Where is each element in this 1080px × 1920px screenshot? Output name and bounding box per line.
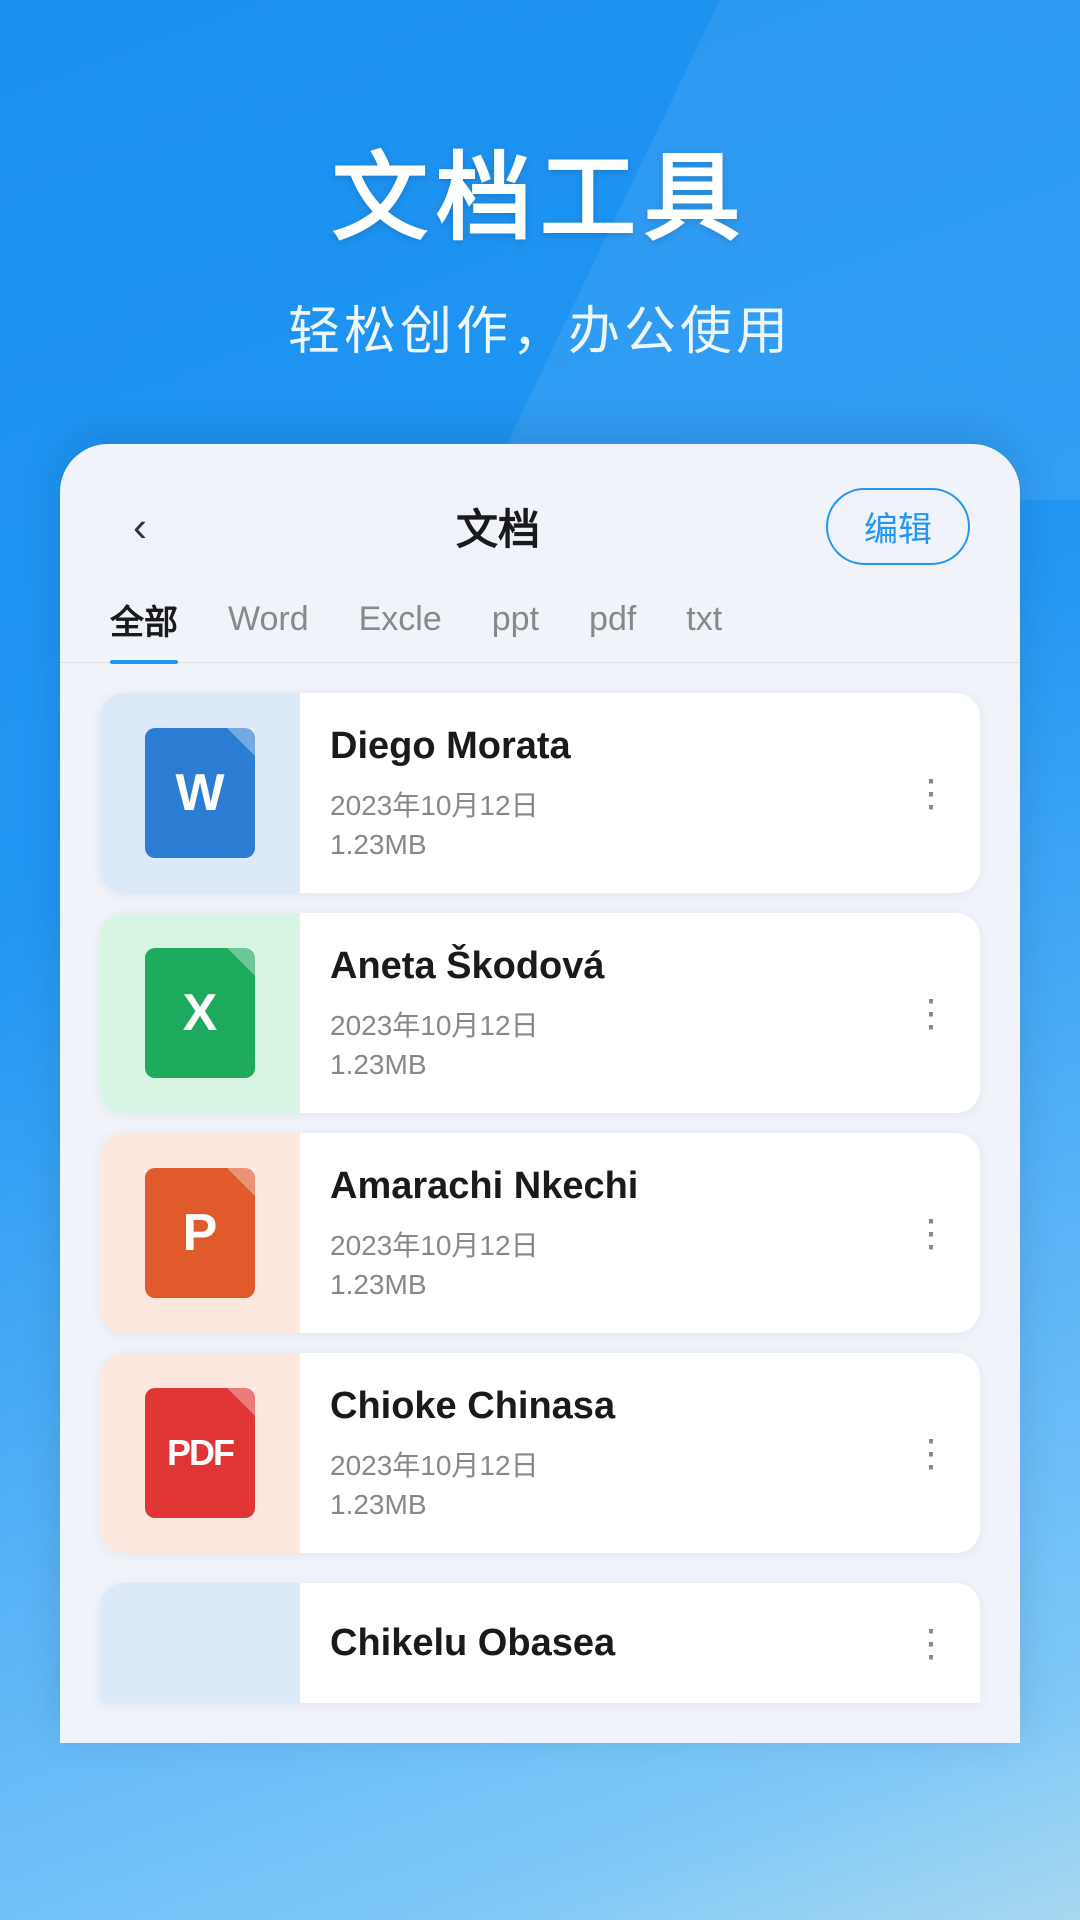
main-title: 文档工具 xyxy=(0,120,1080,259)
tab-ppt[interactable]: ppt xyxy=(492,600,539,657)
pdf-icon: PDF xyxy=(145,1388,255,1518)
ppt-icon: P xyxy=(145,1168,255,1298)
icon-label: P xyxy=(183,1203,218,1263)
file-item[interactable]: W Diego Morata 2023年10月12日 1.23MB ⋮ xyxy=(100,693,980,893)
file-info: Chioke Chinasa 2023年10月12日 1.23MB xyxy=(300,1355,882,1551)
file-size: 1.23MB xyxy=(330,1489,862,1521)
excel-icon: X xyxy=(145,948,255,1078)
file-name: Diego Morata xyxy=(330,725,862,768)
file-icon-bg: PDF xyxy=(100,1353,300,1553)
tab-excel[interactable]: Excle xyxy=(359,600,442,657)
more-button[interactable]: ⋮ xyxy=(882,1601,980,1686)
file-item[interactable]: X Aneta Škodová 2023年10月12日 1.23MB ⋮ xyxy=(100,913,980,1113)
icon-corner xyxy=(227,1168,255,1196)
header-section: 文档工具 轻松创作，办公使用 xyxy=(0,0,1080,444)
icon-label: X xyxy=(183,983,218,1043)
icon-label: PDF xyxy=(167,1432,233,1474)
more-button[interactable]: ⋮ xyxy=(882,1411,980,1496)
file-size: 1.23MB xyxy=(330,1049,862,1081)
file-size: 1.23MB xyxy=(330,829,862,861)
file-icon-bg: P xyxy=(100,1133,300,1333)
tabs-bar: 全部 Word Excle ppt pdf txt xyxy=(60,585,1020,663)
word-icon: W xyxy=(145,728,255,858)
file-list: W Diego Morata 2023年10月12日 1.23MB ⋮ X An… xyxy=(60,693,1020,1553)
file-name: Amarachi Nkechi xyxy=(330,1165,862,1208)
icon-corner xyxy=(227,1388,255,1416)
file-item[interactable]: PDF Chioke Chinasa 2023年10月12日 1.23MB ⋮ xyxy=(100,1353,980,1553)
file-item[interactable]: P Amarachi Nkechi 2023年10月12日 1.23MB ⋮ xyxy=(100,1133,980,1333)
file-name: Aneta Škodová xyxy=(330,945,862,988)
nav-bar: ‹ 文档 编辑 xyxy=(60,444,1020,585)
file-date: 2023年10月12日 xyxy=(330,1224,862,1269)
icon-label: W xyxy=(175,763,224,823)
partial-file-card[interactable]: Chikelu Obasea ⋮ xyxy=(100,1583,980,1703)
partial-icon-bg xyxy=(100,1583,300,1703)
more-button[interactable]: ⋮ xyxy=(882,1191,980,1276)
file-date: 2023年10月12日 xyxy=(330,1004,862,1049)
tab-word[interactable]: Word xyxy=(228,600,309,657)
file-info: Aneta Škodová 2023年10月12日 1.23MB xyxy=(300,915,882,1111)
icon-corner xyxy=(227,728,255,756)
edit-button[interactable]: 编辑 xyxy=(826,488,970,565)
icon-corner xyxy=(227,948,255,976)
partial-file-name: Chikelu Obasea xyxy=(300,1622,882,1665)
more-button[interactable]: ⋮ xyxy=(882,751,980,836)
more-button[interactable]: ⋮ xyxy=(882,971,980,1056)
file-size: 1.23MB xyxy=(330,1269,862,1301)
tab-pdf[interactable]: pdf xyxy=(589,600,636,657)
subtitle: 轻松创作，办公使用 xyxy=(0,289,1080,364)
file-name: Chioke Chinasa xyxy=(330,1385,862,1428)
tab-txt[interactable]: txt xyxy=(686,600,722,657)
file-info: Amarachi Nkechi 2023年10月12日 1.23MB xyxy=(300,1135,882,1331)
file-icon-bg: X xyxy=(100,913,300,1113)
file-date: 2023年10月12日 xyxy=(330,784,862,829)
tab-all[interactable]: 全部 xyxy=(110,595,178,662)
file-info: Diego Morata 2023年10月12日 1.23MB xyxy=(300,695,882,891)
back-button[interactable]: ‹ xyxy=(110,503,170,551)
file-date: 2023年10月12日 xyxy=(330,1444,862,1489)
file-icon-bg: W xyxy=(100,693,300,893)
main-card: ‹ 文档 编辑 全部 Word Excle ppt pdf txt W Dieg… xyxy=(60,444,1020,1743)
page-title: 文档 xyxy=(456,496,540,557)
